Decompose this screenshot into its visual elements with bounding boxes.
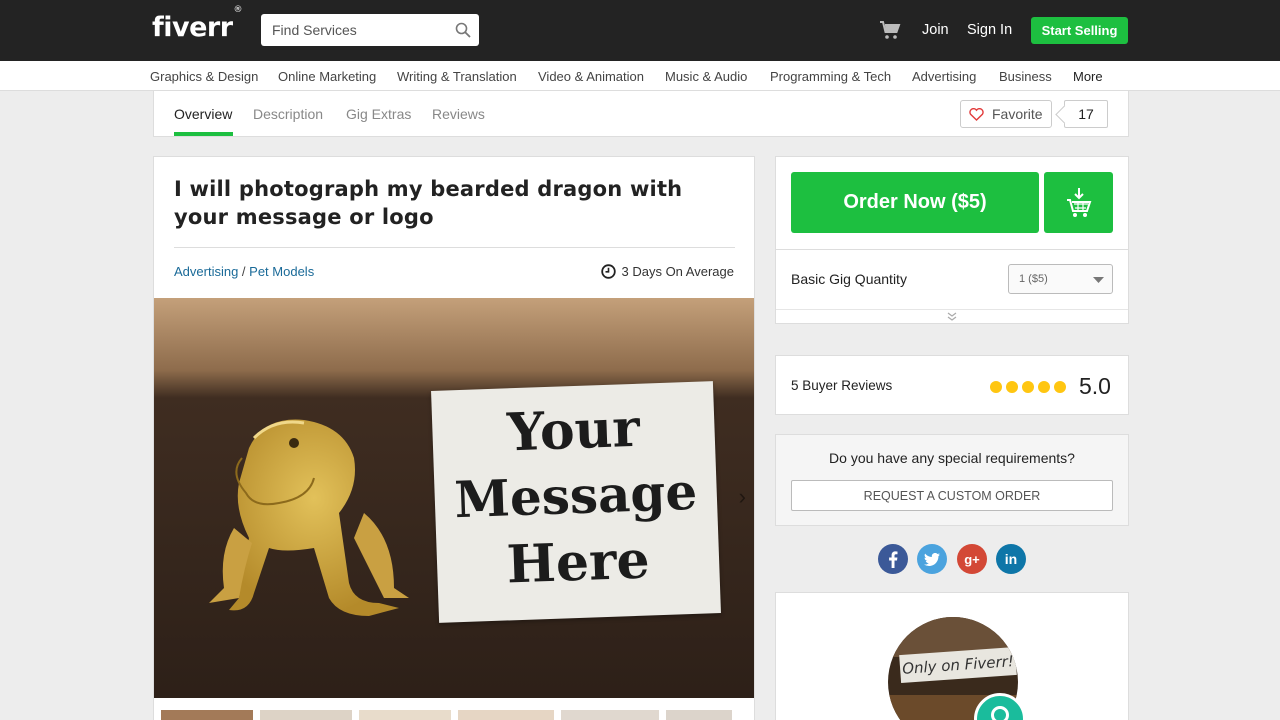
gallery-next-arrow[interactable]: ›: [739, 484, 746, 510]
tab-gig-extras[interactable]: Gig Extras: [346, 106, 411, 122]
favorite-label: Favorite: [992, 106, 1043, 122]
rating-value: 5.0: [1079, 373, 1111, 399]
gig-image-gallery[interactable]: Your Message Here ›: [154, 298, 754, 698]
thumbnail[interactable]: [666, 710, 732, 720]
order-panel: Order Now ($5) Basic Gig Quantity 1 ($5): [775, 156, 1129, 324]
thumbnail[interactable]: [260, 710, 352, 720]
search-input[interactable]: [261, 14, 451, 46]
quantity-select[interactable]: 1 ($5): [1008, 264, 1113, 294]
favorite-button[interactable]: Favorite: [960, 100, 1052, 128]
breadcrumb-subcategory[interactable]: Pet Models: [249, 264, 314, 279]
category-programming-tech[interactable]: Programming & Tech: [770, 69, 891, 84]
buyer-reviews-label[interactable]: 5 Buyer Reviews: [791, 378, 892, 393]
quantity-value: 1 ($5): [1019, 273, 1048, 285]
sign-line-1: Your: [506, 397, 641, 464]
breadcrumb: Advertising / Pet Models: [174, 264, 314, 279]
star-icon: [1022, 381, 1034, 393]
reviews-panel: 5 Buyer Reviews 5.0: [775, 355, 1129, 415]
thumbnail[interactable]: [458, 710, 554, 720]
search-icon[interactable]: [455, 22, 471, 38]
star-icon: [990, 381, 1002, 393]
custom-order-panel: Do you have any special requirements? RE…: [775, 434, 1129, 526]
breadcrumb-category[interactable]: Advertising: [174, 264, 238, 279]
category-writing-translation[interactable]: Writing & Translation: [397, 69, 517, 84]
tab-description[interactable]: Description: [253, 106, 323, 122]
cart-icon[interactable]: [879, 20, 901, 40]
gig-tabs-bar: Overview Description Gig Extras Reviews …: [153, 91, 1129, 137]
thumbnail[interactable]: [359, 710, 451, 720]
chevron-down-icon: [1093, 277, 1104, 283]
category-music-audio[interactable]: Music & Audio: [665, 69, 747, 84]
request-custom-order-button[interactable]: REQUEST A CUSTOM ORDER: [791, 480, 1113, 511]
breadcrumb-separator: /: [238, 264, 250, 279]
active-tab-indicator: [174, 132, 233, 136]
facebook-icon[interactable]: [878, 544, 908, 574]
star-icon: [1038, 381, 1050, 393]
search-box: [261, 14, 479, 46]
delivery-text: 3 Days On Average: [621, 264, 735, 279]
add-to-cart-button[interactable]: [1044, 172, 1113, 233]
category-nav: Graphics & Design Online Marketing Writi…: [0, 61, 1280, 91]
category-more[interactable]: More: [1073, 69, 1103, 84]
delivery-time: 3 Days On Average: [600, 264, 735, 279]
favorite-count: 17: [1064, 100, 1108, 128]
divider: [776, 249, 1128, 250]
add-to-cart-icon: [1066, 187, 1091, 217]
thumbnail[interactable]: [161, 710, 253, 720]
logo-text: fiverr: [152, 12, 233, 43]
google-plus-icon[interactable]: g+: [957, 544, 987, 574]
category-advertising[interactable]: Advertising: [912, 69, 976, 84]
category-video-animation[interactable]: Video & Animation: [538, 69, 644, 84]
tab-overview[interactable]: Overview: [174, 106, 232, 122]
divider: [776, 309, 1128, 310]
tab-reviews[interactable]: Reviews: [432, 106, 485, 122]
linkedin-icon[interactable]: in: [996, 544, 1026, 574]
gig-title: I will photograph my bearded dragon with…: [174, 177, 683, 229]
star-icon: [1006, 381, 1018, 393]
expand-chevron-icon[interactable]: [947, 312, 957, 321]
sign-in-link[interactable]: Sign In: [967, 22, 1012, 38]
divider: [174, 247, 735, 248]
logo-registered-mark: ®: [233, 5, 243, 15]
star-rating: [990, 381, 1070, 393]
category-graphics-design[interactable]: Graphics & Design: [150, 69, 258, 84]
seller-card: Only on Fiverr!: [775, 592, 1129, 720]
start-selling-button[interactable]: Start Selling: [1031, 17, 1128, 44]
category-online-marketing[interactable]: Online Marketing: [278, 69, 376, 84]
thumbnail[interactable]: [561, 710, 659, 720]
message-sign: Your Message Here: [431, 381, 721, 623]
heart-icon: [969, 107, 984, 121]
order-now-button[interactable]: Order Now ($5): [791, 172, 1039, 233]
sign-line-3: Here: [505, 529, 651, 596]
top-header: fiverr® Join Sign In Start Selling: [0, 0, 1280, 61]
twitter-icon[interactable]: [917, 544, 947, 574]
clock-icon: [600, 264, 616, 279]
quantity-label: Basic Gig Quantity: [791, 271, 907, 287]
sign-line-2: Message: [453, 461, 699, 530]
star-icon: [1054, 381, 1066, 393]
join-link[interactable]: Join: [922, 22, 949, 38]
badge-ring: [991, 706, 1009, 720]
gallery-thumbnails: [154, 710, 754, 720]
gig-main-card: I will photograph my bearded dragon with…: [153, 156, 755, 720]
special-requirements-question: Do you have any special requirements?: [829, 450, 1075, 466]
category-business[interactable]: Business: [999, 69, 1052, 84]
fiverr-logo[interactable]: fiverr®: [152, 5, 243, 43]
